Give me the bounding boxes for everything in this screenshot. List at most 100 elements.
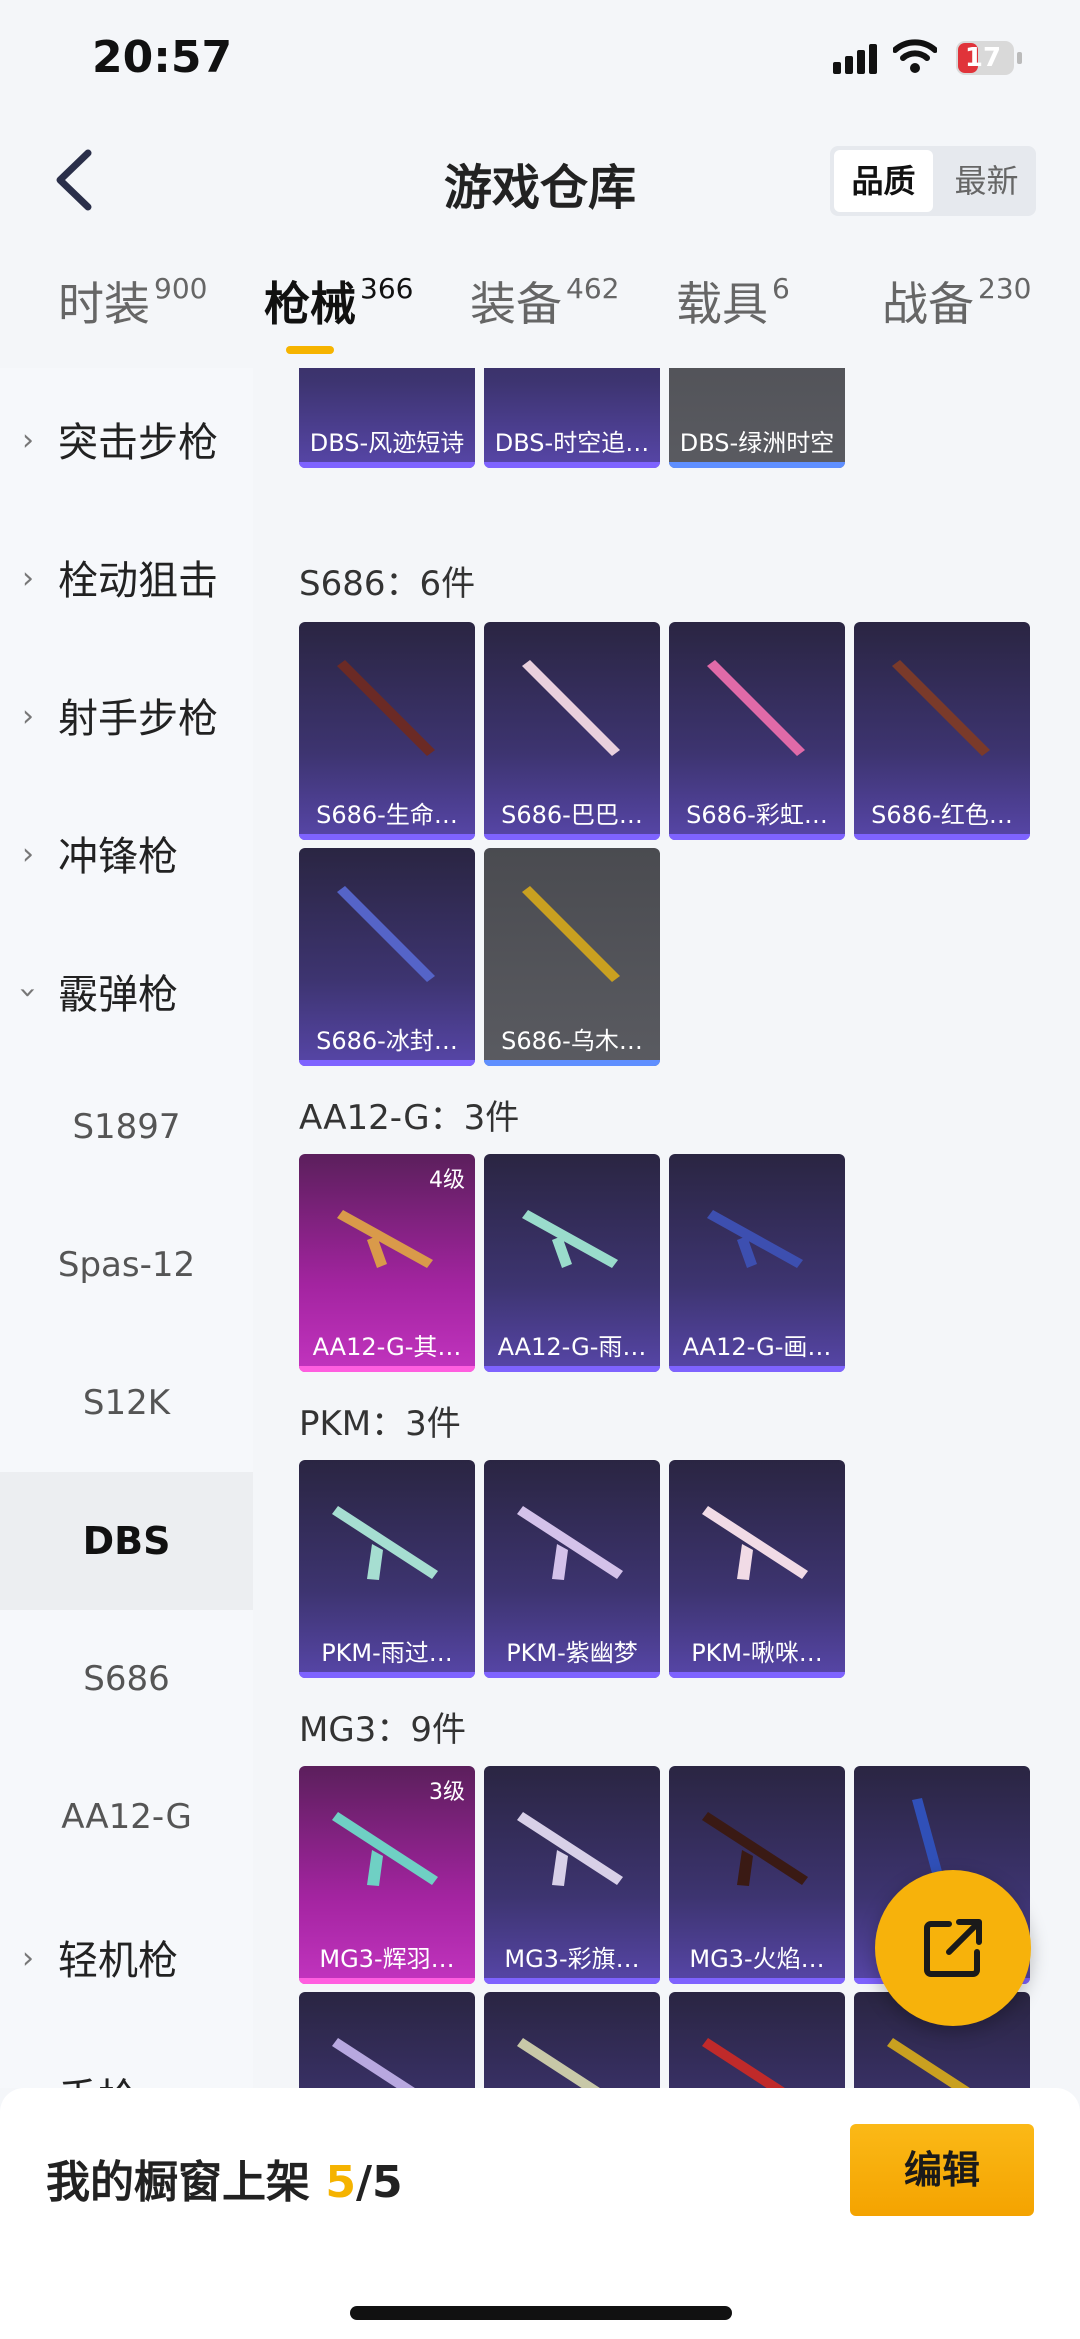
sidebar-item-bolt-sniper[interactable]: › 栓动狙击 — [0, 506, 253, 644]
section-title-aa12g: AA12-G：3件 — [299, 1098, 520, 1138]
edit-button[interactable]: 编辑 — [850, 2124, 1034, 2216]
item-card[interactable]: AA12-G-雨… — [484, 1154, 660, 1372]
sidebar-item-pistol[interactable]: › 手枪 — [0, 2024, 253, 2088]
item-card[interactable]: DBS-绿洲时空 — [669, 368, 845, 468]
rarity-bar — [669, 834, 845, 840]
rarity-bar — [669, 1978, 845, 1984]
item-card[interactable]: PKM-雨过… — [299, 1460, 475, 1678]
sidebar-sub-dbs[interactable]: DBS — [0, 1472, 253, 1610]
item-card[interactable]: AA12-G-画… — [669, 1154, 845, 1372]
sidebar-sub-aa12g[interactable]: AA12-G — [0, 1748, 253, 1886]
category-tabs: 时装 900 枪械 366 装备 462 载具 6 战备 230 — [0, 268, 1080, 368]
sidebar-sub-spas12[interactable]: Spas-12 — [0, 1196, 253, 1334]
showcase-text: 我的橱窗上架 — [46, 2157, 310, 2208]
tab-label: 枪械 — [264, 277, 356, 331]
item-card[interactable]: MG3-彩旗… — [484, 1766, 660, 1984]
wifi-icon — [893, 39, 937, 73]
item-card[interactable] — [299, 1992, 475, 2088]
tab-count: 900 — [154, 272, 208, 305]
item-card[interactable]: S686-生命… — [299, 622, 475, 840]
showcase-bar: 我的橱窗上架 5/5 编辑 — [0, 2088, 1080, 2339]
shotgun-icon — [687, 368, 827, 404]
shotgun-icon — [522, 886, 620, 982]
sidebar-item-lmg[interactable]: › 轻机枪 — [0, 1886, 253, 2024]
machine-gun-icon — [702, 1506, 808, 1580]
sidebar-sub-s1897[interactable]: S1897 — [0, 1058, 253, 1196]
item-card[interactable]: S686-冰封… — [299, 848, 475, 1066]
item-card[interactable]: S686-巴巴… — [484, 622, 660, 840]
machine-gun-icon — [332, 1812, 438, 1886]
item-name: AA12-G-画… — [682, 1333, 832, 1361]
item-name: S686-乌木… — [501, 1027, 643, 1055]
machine-gun-icon — [332, 2038, 415, 2088]
item-name: S686-巴巴… — [501, 801, 643, 829]
sidebar-item-shotgun[interactable]: › 霰弹枪 — [0, 920, 253, 1058]
rarity-bar — [299, 1366, 475, 1372]
showcase-current-count: 5 — [325, 2157, 356, 2208]
item-card[interactable]: DBS-时空追… — [484, 368, 660, 468]
sort-newest-button[interactable]: 最新 — [937, 146, 1036, 216]
item-card[interactable]: PKM-紫幽梦 — [484, 1460, 660, 1678]
item-name: S686-红色… — [871, 801, 1013, 829]
item-card[interactable]: S686-彩虹… — [669, 622, 845, 840]
tab-vehicles[interactable]: 载具 6 — [676, 268, 790, 358]
item-card[interactable] — [484, 1992, 660, 2088]
rarity-bar — [484, 1672, 660, 1678]
chevron-right-icon: › — [22, 699, 34, 734]
share-fab-button[interactable] — [875, 1870, 1031, 2026]
status-bar: 20:57 17 — [0, 0, 1080, 120]
sidebar-sub-s686[interactable]: S686 — [0, 1610, 253, 1748]
chevron-right-icon: › — [22, 561, 34, 596]
tab-label: 时装 — [58, 277, 150, 331]
sidebar-item-label: 冲锋枪 — [58, 834, 178, 880]
shotgun-icon — [522, 660, 620, 756]
rifle-icon — [707, 1210, 803, 1268]
item-card[interactable]: PKM-啾咪… — [669, 1460, 845, 1678]
rarity-bar — [299, 1060, 475, 1066]
rifle-icon — [522, 1210, 618, 1268]
item-name: S686-彩虹… — [686, 801, 828, 829]
machine-gun-icon — [517, 1506, 623, 1580]
item-name: AA12-G-其… — [312, 1333, 462, 1361]
tab-weapons[interactable]: 枪械 366 — [264, 268, 413, 358]
rarity-bar — [299, 1672, 475, 1678]
rarity-bar — [669, 1672, 845, 1678]
home-indicator — [350, 2306, 732, 2320]
sidebar-item-marksman[interactable]: › 射手步枪 — [0, 644, 253, 782]
tab-supplies[interactable]: 战备 230 — [882, 268, 1031, 358]
tab-label: 载具 — [676, 277, 768, 331]
tab-count: 230 — [978, 272, 1032, 305]
rarity-bar — [669, 462, 845, 468]
shotgun-icon — [317, 368, 457, 404]
item-card[interactable]: 3级 MG3-辉羽… — [299, 1766, 475, 1984]
rifle-icon — [337, 1210, 433, 1268]
item-name: PKM-啾咪… — [691, 1639, 823, 1667]
sidebar-item-smg[interactable]: › 冲锋枪 — [0, 782, 253, 920]
sidebar-item-assault-rifle[interactable]: › 突击步枪 — [0, 368, 253, 506]
showcase-total-count: /5 — [355, 2157, 403, 2208]
item-name: S686-生命… — [316, 801, 458, 829]
machine-gun-icon — [702, 2038, 785, 2088]
sidebar-sub-s12k[interactable]: S12K — [0, 1334, 253, 1472]
tab-fashion[interactable]: 时装 900 — [58, 268, 207, 358]
item-card[interactable]: MG3-火焰… — [669, 1766, 845, 1984]
rarity-bar — [299, 462, 475, 468]
item-card[interactable]: S686-红色… — [854, 622, 1030, 840]
sort-toggle: 品质 最新 — [830, 146, 1036, 216]
chevron-down-icon: › — [10, 986, 46, 999]
chevron-right-icon: › — [22, 423, 34, 458]
tab-equipment[interactable]: 装备 462 — [470, 268, 619, 358]
item-name: S686-冰封… — [316, 1027, 458, 1055]
rarity-bar — [854, 834, 1030, 840]
machine-gun-icon — [702, 1812, 808, 1886]
item-card[interactable]: DBS-风迹短诗 — [299, 368, 475, 468]
sort-quality-button[interactable]: 品质 — [834, 150, 933, 212]
shotgun-icon — [892, 660, 990, 756]
tab-count: 6 — [772, 272, 790, 305]
sidebar-item-label: 栓动狙击 — [58, 558, 218, 604]
item-card[interactable] — [669, 1992, 845, 2088]
section-title-s686: S686：6件 — [299, 564, 476, 604]
item-card[interactable]: 4级 AA12-G-其… — [299, 1154, 475, 1372]
item-card[interactable]: S686-乌木… — [484, 848, 660, 1066]
section-title-pkm: PKM：3件 — [299, 1404, 461, 1444]
